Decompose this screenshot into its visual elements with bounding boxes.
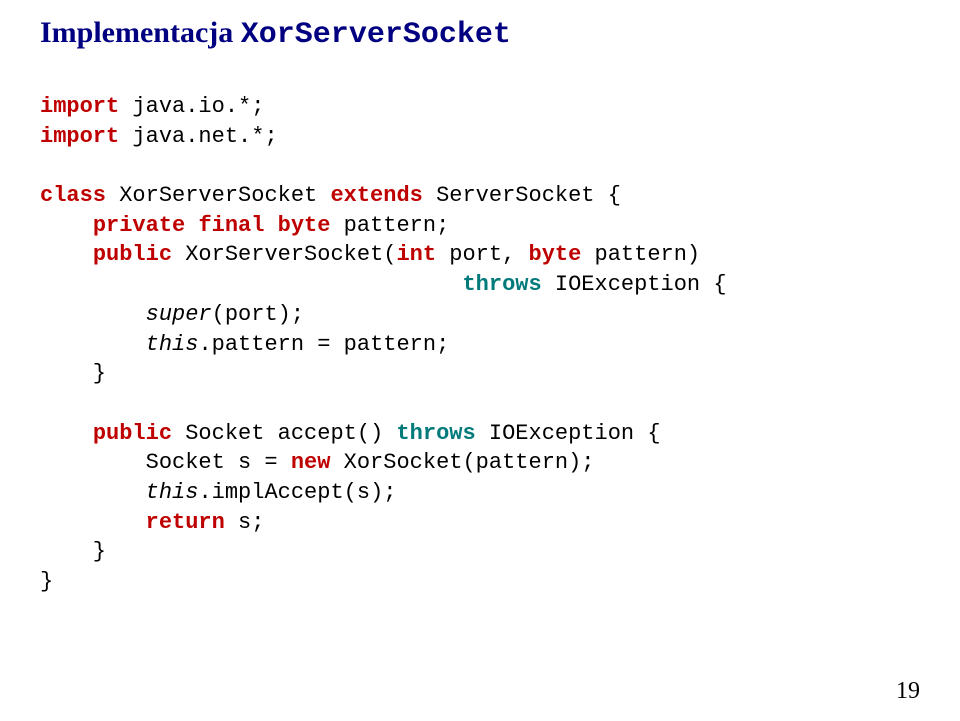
kw-int: int — [396, 242, 436, 267]
code-text: s; — [225, 510, 265, 535]
kw-byte: byte — [278, 213, 331, 238]
title-prefix: Implementacja — [40, 16, 241, 49]
code-text: pattern) — [581, 242, 700, 267]
kw-extends: extends — [330, 183, 422, 208]
code-text: XorServerSocket — [106, 183, 330, 208]
kw-byte: byte — [529, 242, 582, 267]
code-text — [264, 213, 277, 238]
page-number: 19 — [896, 678, 920, 705]
kw-class: class — [40, 183, 106, 208]
kw-this: this — [146, 480, 199, 505]
kw-this: this — [146, 332, 199, 357]
code-text: XorSocket(pattern); — [330, 450, 594, 475]
kw-import: import — [40, 94, 119, 119]
slide-page: Implementacja XorServerSocket import jav… — [0, 0, 960, 597]
code-indent — [40, 242, 93, 267]
kw-public: public — [93, 242, 172, 267]
code-indent: Socket s = — [40, 450, 291, 475]
code-indent — [40, 510, 146, 535]
kw-public: public — [93, 421, 172, 446]
code-indent — [40, 213, 93, 238]
kw-import: import — [40, 124, 119, 149]
slide-title: Implementacja XorServerSocket — [40, 16, 920, 52]
code-text: } — [40, 539, 106, 564]
kw-throws: throws — [396, 421, 475, 446]
code-text: pattern; — [330, 213, 449, 238]
kw-new: new — [291, 450, 331, 475]
code-indent — [40, 421, 93, 446]
code-indent — [40, 480, 146, 505]
kw-return: return — [146, 510, 225, 535]
kw-super: super — [146, 302, 212, 327]
code-text: (port); — [212, 302, 304, 327]
code-text — [185, 213, 198, 238]
code-text: IOException { — [476, 421, 661, 446]
kw-throws: throws — [462, 272, 541, 297]
code-text: port, — [436, 242, 528, 267]
code-text: } — [40, 361, 106, 386]
code-indent — [40, 272, 462, 297]
code-text: XorServerSocket( — [172, 242, 396, 267]
code-indent — [40, 302, 146, 327]
code-text: } — [40, 569, 53, 594]
code-indent — [40, 332, 146, 357]
code-text: .implAccept(s); — [198, 480, 396, 505]
code-block: import java.io.*; import java.net.*; cla… — [40, 92, 920, 597]
code-text: .pattern = pattern; — [198, 332, 449, 357]
code-text: IOException { — [542, 272, 727, 297]
code-text: ServerSocket { — [423, 183, 621, 208]
code-text: Socket accept() — [172, 421, 396, 446]
title-code-name: XorServerSocket — [241, 18, 511, 52]
code-text: java.io.*; — [119, 94, 264, 119]
kw-final: final — [198, 213, 264, 238]
kw-private: private — [93, 213, 185, 238]
code-text: java.net.*; — [119, 124, 277, 149]
